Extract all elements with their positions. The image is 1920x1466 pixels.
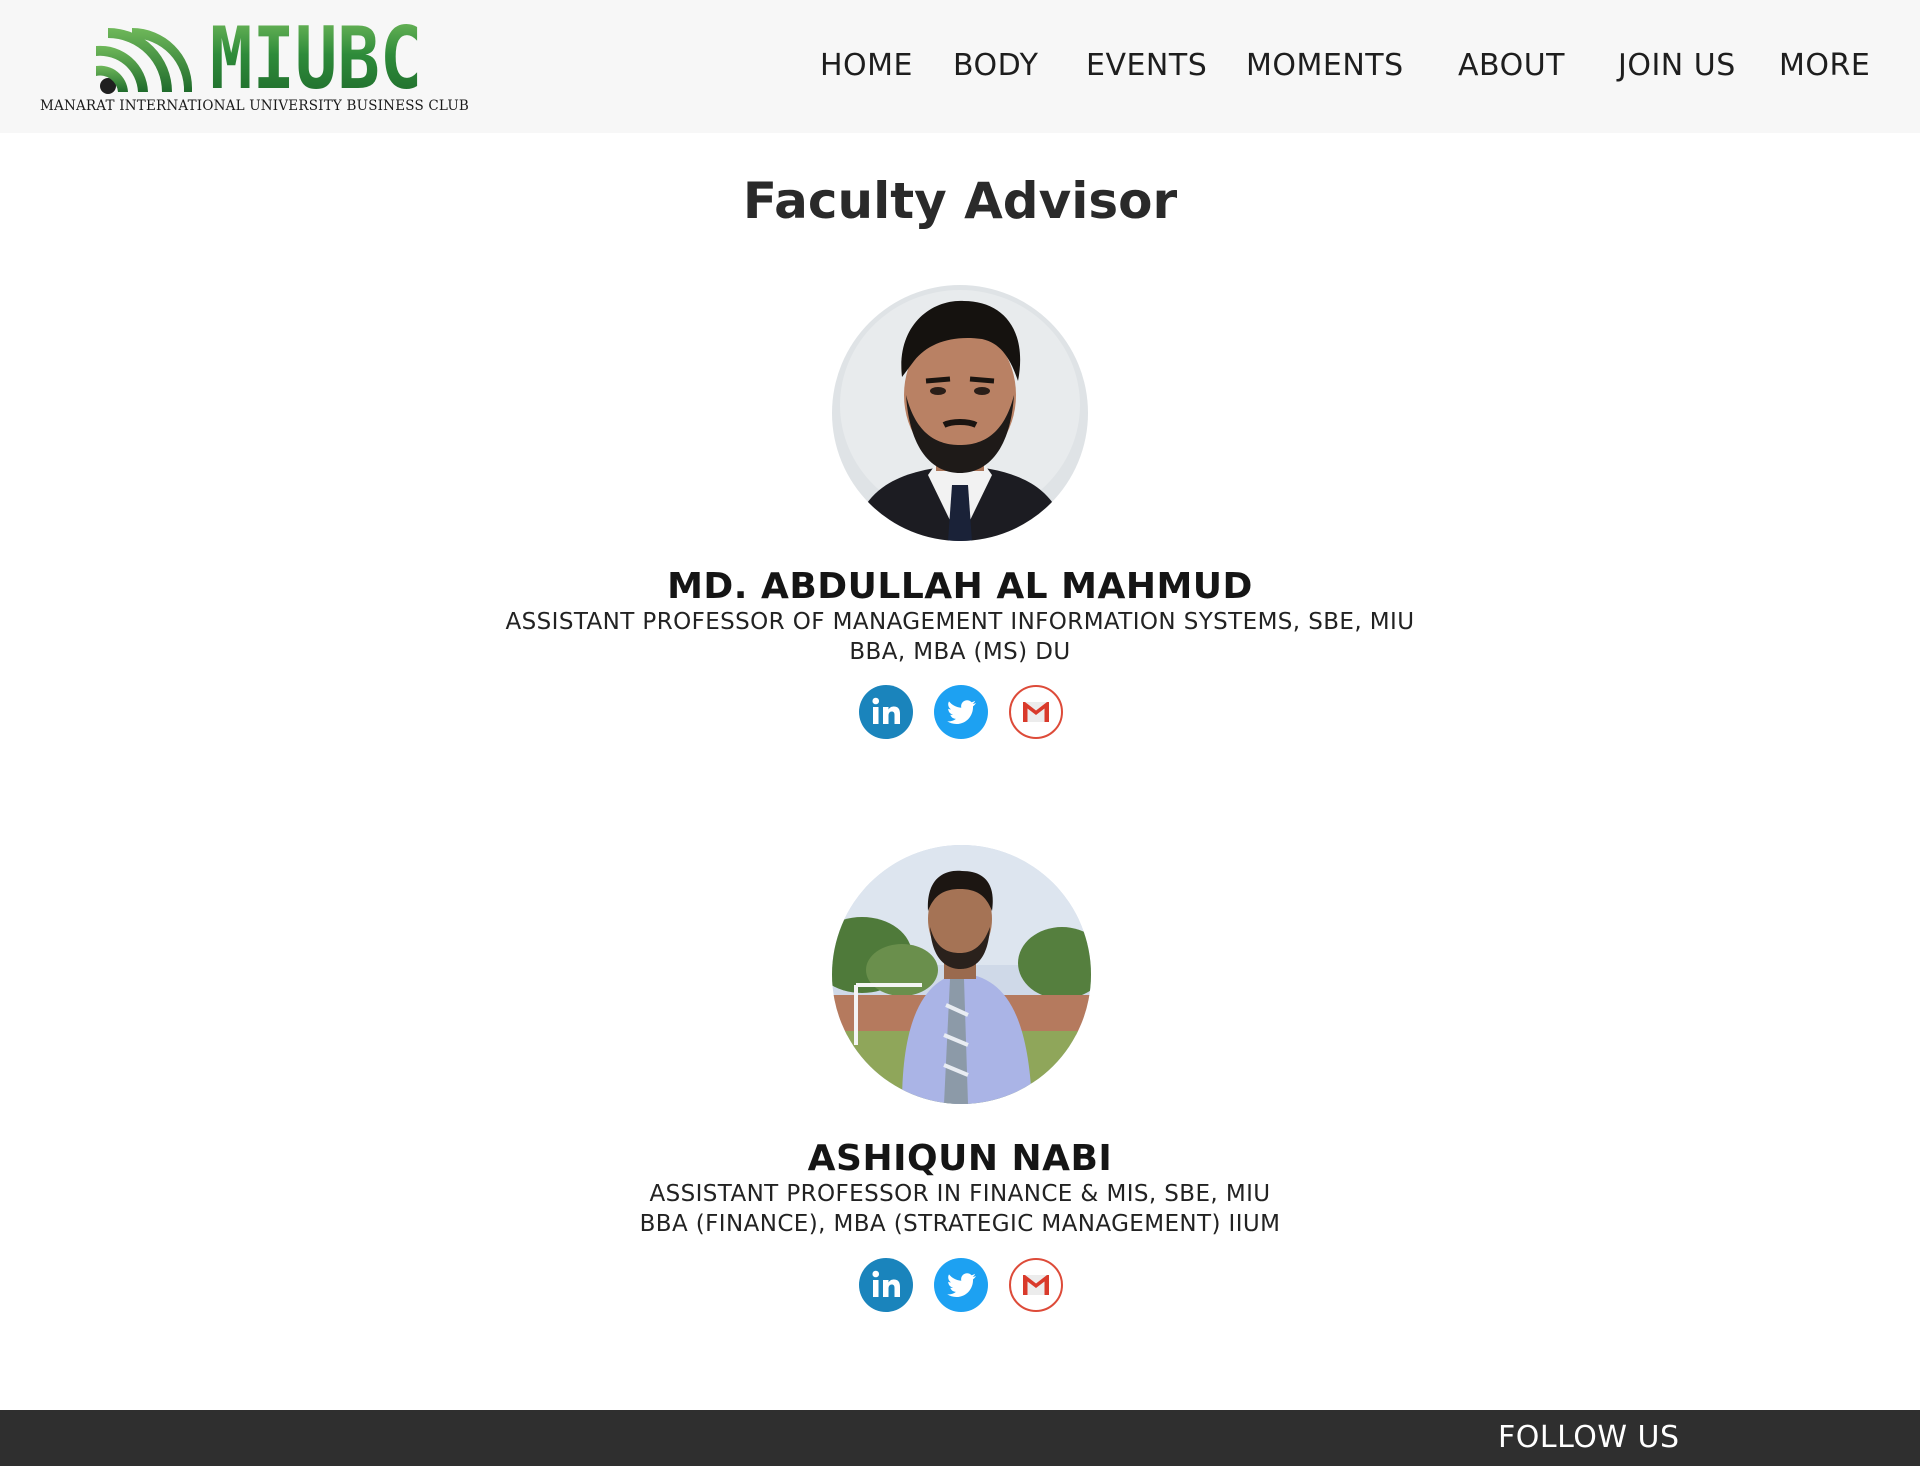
linkedin-icon[interactable] — [858, 684, 914, 740]
advisor-position: ASSISTANT PROFESSOR IN FINANCE & MIS, SB… — [649, 1181, 1271, 1207]
linkedin-icon[interactable] — [858, 1257, 914, 1313]
nav-events[interactable]: EVENTS — [1086, 48, 1207, 83]
site-header: MIUBC MANARAT INTERNATIONAL UNIVERSITY B… — [0, 0, 1920, 133]
nav-body[interactable]: BODY — [953, 48, 1038, 83]
logo-wordmark: MIUBC — [210, 9, 423, 109]
twitter-icon[interactable] — [933, 1257, 989, 1313]
logo-signal-icon — [96, 28, 192, 94]
advisor-position: ASSISTANT PROFESSOR OF MANAGEMENT INFORM… — [505, 609, 1415, 635]
nav-join-us[interactable]: JOIN US — [1618, 48, 1736, 83]
advisor-photo — [832, 845, 1091, 1104]
site-footer: FOLLOW US — [0, 1410, 1920, 1466]
nav-about[interactable]: ABOUT — [1458, 48, 1565, 83]
advisor-degrees: BBA, MBA (MS) DU — [849, 639, 1071, 665]
advisor-photo — [832, 285, 1088, 541]
twitter-icon[interactable] — [933, 684, 989, 740]
site-logo[interactable]: MIUBC MANARAT INTERNATIONAL UNIVERSITY B… — [38, 16, 480, 118]
gmail-icon[interactable] — [1008, 1257, 1064, 1313]
page-title: Faculty Advisor — [742, 172, 1178, 230]
nav-more[interactable]: MORE — [1779, 48, 1870, 83]
logo-subtitle: MANARAT INTERNATIONAL UNIVERSITY BUSINES… — [40, 98, 470, 114]
nav-moments[interactable]: MOMENTS — [1246, 48, 1404, 83]
advisor-name: ASHIQUN NABI — [807, 1138, 1113, 1179]
advisor-name: MD. ABDULLAH AL MAHMUD — [667, 566, 1253, 607]
nav-home[interactable]: HOME — [820, 48, 913, 83]
advisor-degrees: BBA (FINANCE), MBA (STRATEGIC MANAGEMENT… — [639, 1211, 1281, 1237]
follow-us-label: FOLLOW US — [1498, 1420, 1680, 1455]
gmail-icon[interactable] — [1008, 684, 1064, 740]
